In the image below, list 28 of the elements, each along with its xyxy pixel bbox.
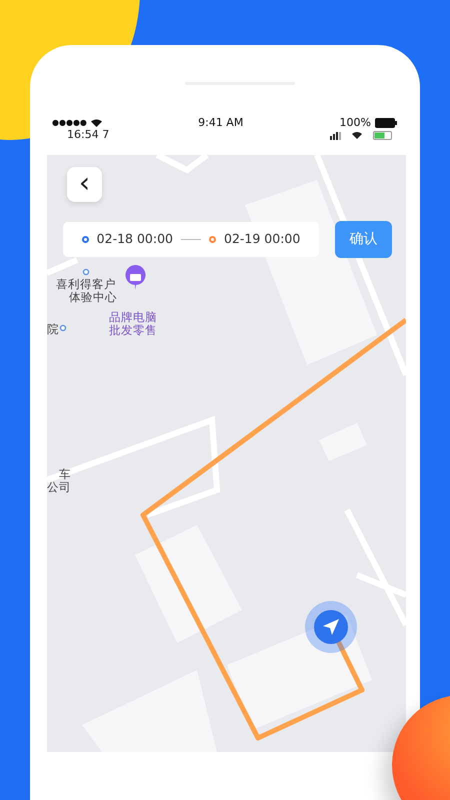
end-dot (209, 236, 216, 243)
date-range-bar[interactable]: 02-18 00:00 02-19 00:00 (63, 222, 319, 257)
map-label: 公司 (47, 481, 71, 494)
map-label: 体验中心 (69, 291, 117, 304)
map-label: 车 (59, 468, 71, 481)
map-label: 院 (47, 323, 59, 336)
status-time: 9:41 AM (198, 115, 244, 131)
back-button[interactable]: ‹ (67, 167, 102, 202)
location-marker (305, 601, 357, 653)
start-dot (82, 236, 89, 243)
poi-dot (82, 268, 90, 276)
shop-label: 品牌电脑 (109, 311, 157, 324)
start-time: 02-18 00:00 (96, 230, 173, 248)
battery-icon (374, 118, 397, 128)
app-status-time: 16:54 7 (67, 130, 110, 139)
dash-divider (181, 239, 201, 240)
battery-percent: 100% (340, 115, 371, 131)
end-time: 02-19 00:00 (224, 230, 300, 248)
map[interactable]: 喜利得客户 体验中心 品牌电脑 院 批发零售 车 公司 ‹ 02-18 00:00 02-19 00:00 确认 (47, 155, 406, 752)
poi-dot (60, 324, 66, 332)
map-label: 喜利得客户 (56, 278, 116, 291)
shop-label: 批发零售 (109, 324, 157, 337)
signal-icon (330, 131, 341, 140)
shop-pin-icon (126, 265, 146, 290)
wifi-icon (90, 119, 102, 128)
battery-icon (373, 131, 392, 140)
wifi-icon (352, 131, 362, 139)
signal-indicator: ●●●●● (52, 117, 87, 130)
